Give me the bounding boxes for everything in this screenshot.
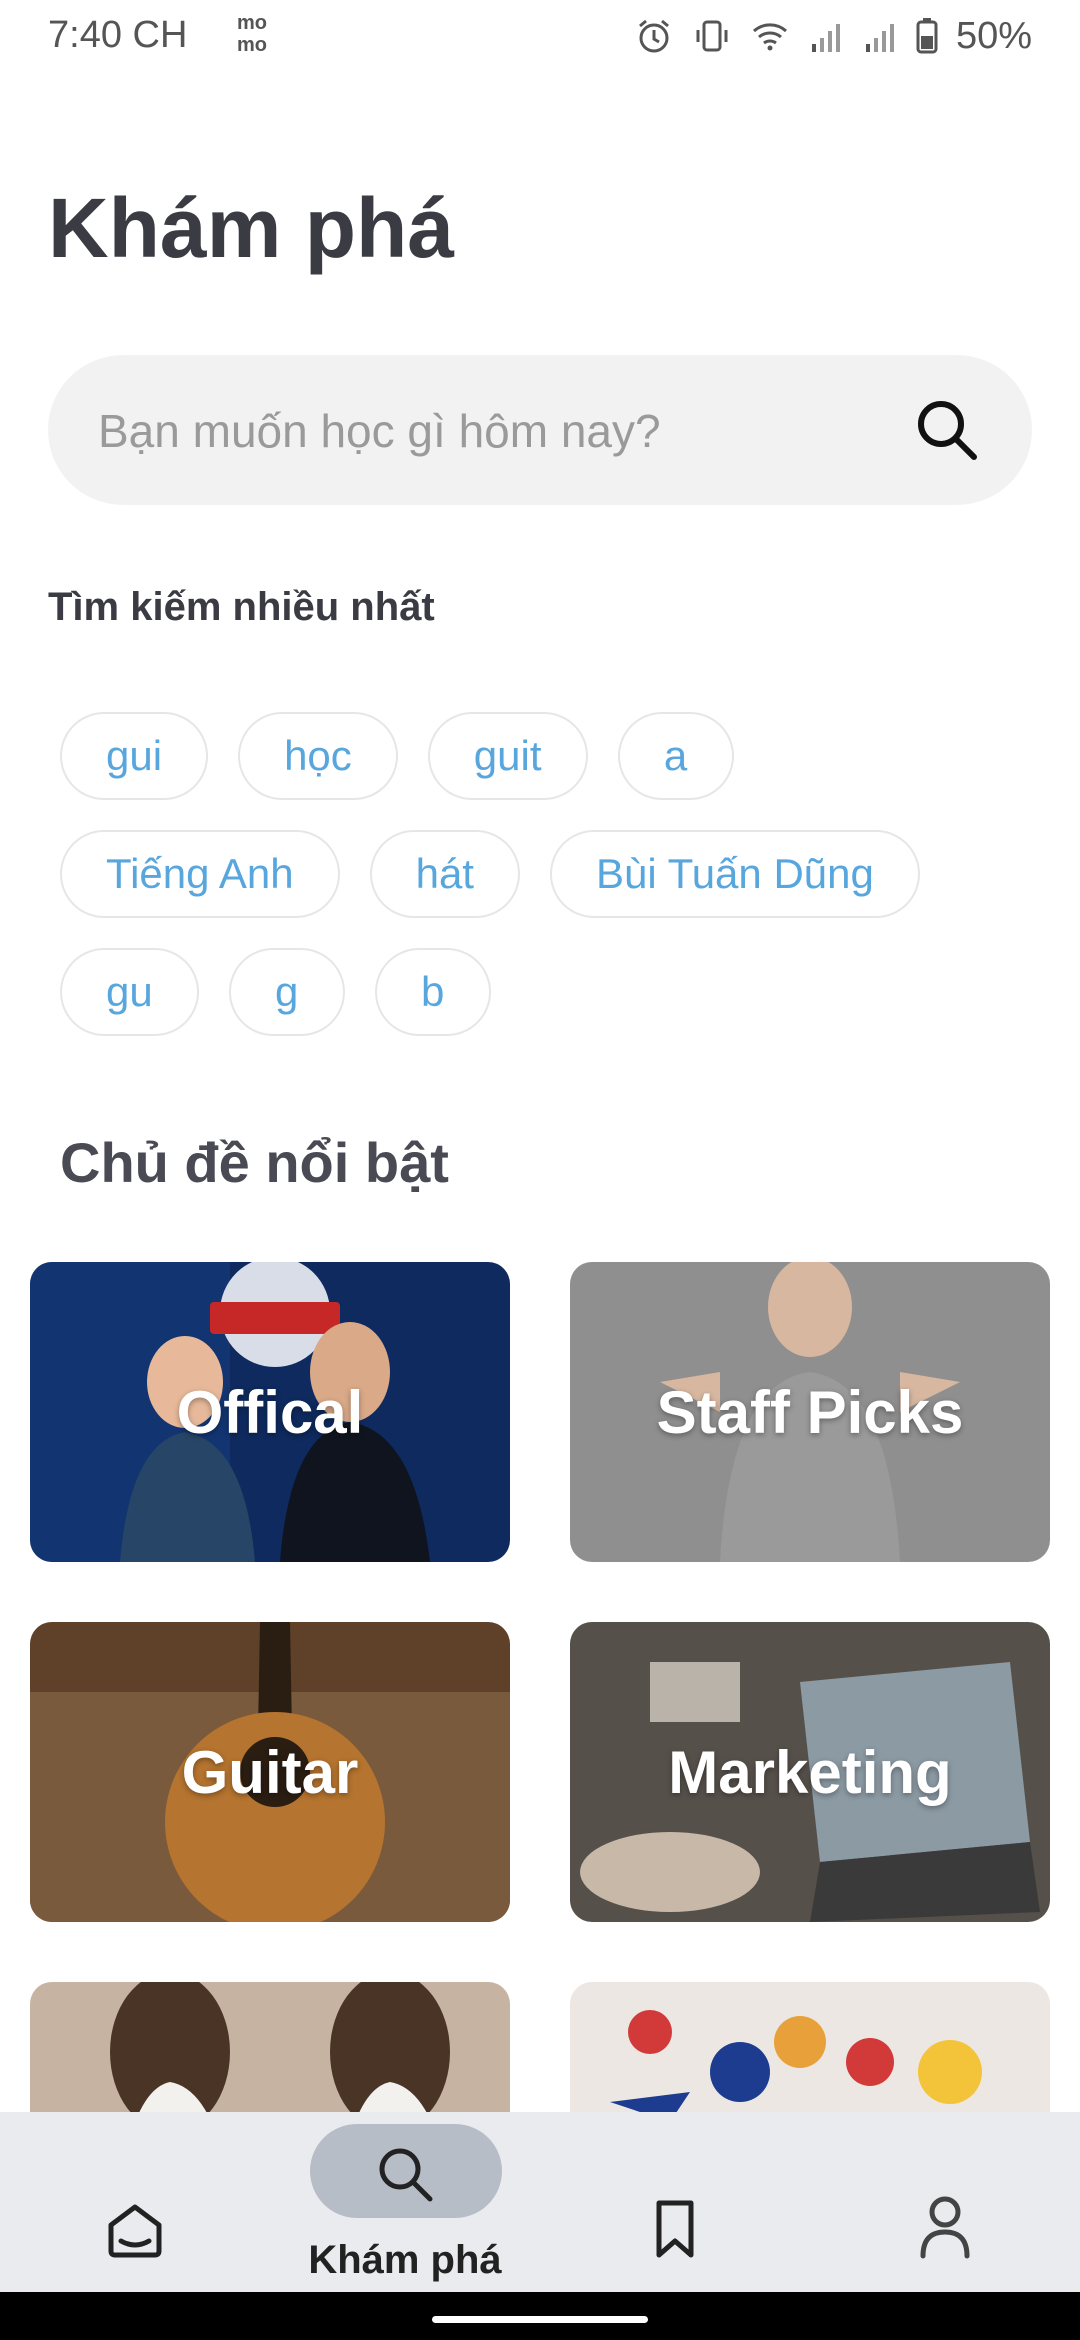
alarm-icon [638, 19, 669, 53]
search-chip[interactable]: học [238, 712, 398, 800]
search-chip[interactable]: hát [369, 830, 520, 918]
nav-explore-label: Khám phá [308, 2238, 502, 2282]
search-chip[interactable]: b [374, 948, 491, 1036]
page-title: Khám phá [48, 181, 455, 275]
topic-card-label: Staff Picks [656, 1378, 964, 1446]
nav-bookmarks[interactable] [540, 2112, 810, 2292]
battery-percent: 50% [955, 14, 1032, 57]
search-chip[interactable]: Bùi Tuấn Dũng [549, 830, 920, 918]
search-chip[interactable]: guit [427, 712, 588, 800]
nav-home[interactable] [0, 2112, 270, 2292]
vibrate-icon [696, 20, 728, 52]
search-chip[interactable]: gui [60, 712, 209, 800]
bookmark-icon [656, 2200, 694, 2258]
home-icon [108, 2204, 162, 2258]
topic-card-guitar[interactable]: Guitar [30, 1622, 510, 1922]
home-gesture-bar[interactable] [432, 2316, 648, 2323]
profile-icon [920, 2196, 970, 2259]
status-icons: 50% [634, 12, 1032, 60]
topic-card-label: Marketing [668, 1738, 952, 1806]
search-bar[interactable] [48, 355, 1032, 507]
wifi-icon [752, 23, 787, 51]
search-chip[interactable]: a [617, 712, 734, 800]
topic-card-marketing[interactable]: Marketing [570, 1622, 1050, 1922]
search-chip[interactable]: gu [60, 948, 199, 1036]
bottom-navigation: Khám phá [0, 2112, 1080, 2292]
topic-card-offical[interactable]: Offical [30, 1262, 510, 1562]
search-input[interactable] [96, 355, 920, 507]
signal-icon [811, 24, 840, 52]
topic-card-staff-picks[interactable]: Staff Picks [570, 1262, 1050, 1562]
status-bar: 7:40 CH mo mo 50% [0, 0, 1080, 72]
search-icon [379, 2148, 433, 2202]
search-chip[interactable]: g [228, 948, 345, 1036]
search-icon[interactable] [912, 395, 982, 465]
topic-card-label: Offical [176, 1378, 364, 1446]
popular-searches-heading: Tìm kiếm nhiều nhất [48, 585, 435, 629]
search-chip[interactable]: Tiếng Anh [60, 830, 340, 918]
featured-topics-heading: Chủ đề nổi bật [60, 1131, 449, 1194]
popular-searches: gui học guit a Tiếng Anh hát Bùi Tuấn Dũ… [60, 712, 1040, 1066]
momo-icon: mo mo [237, 12, 267, 56]
signal-icon-2 [865, 24, 894, 52]
battery-icon [916, 18, 938, 54]
nav-explore[interactable]: Khám phá [270, 2112, 540, 2292]
nav-profile[interactable] [810, 2112, 1080, 2292]
status-time: 7:40 CH [48, 14, 188, 56]
topic-card-label: Guitar [181, 1738, 359, 1806]
